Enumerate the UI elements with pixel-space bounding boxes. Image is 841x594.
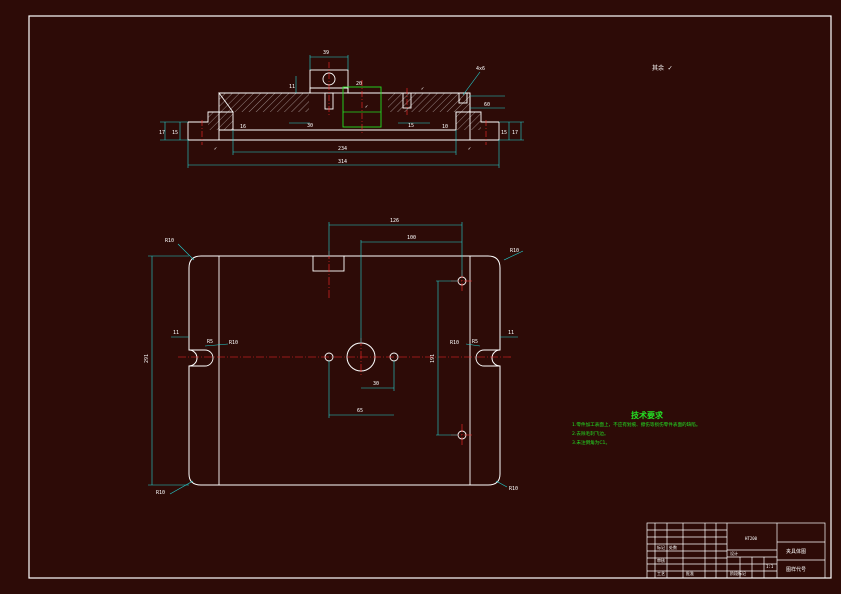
dim-plan-100: 100 <box>407 235 416 241</box>
dim-front-15: 15 <box>408 123 414 129</box>
dim-plan-191: 191 <box>430 354 436 363</box>
dim-front-16: 16 <box>240 124 246 130</box>
dim-front-314: 314 <box>338 159 347 165</box>
dim-plan-r10-tr: R10 <box>510 248 519 254</box>
svg-text:✓: ✓ <box>214 146 217 152</box>
dim-front-17-left: 17 <box>159 130 165 136</box>
svg-text:✓: ✓ <box>458 98 461 104</box>
tech-note-3: 3.未注倒角为C1。 <box>572 441 611 446</box>
cad-drawing-sheet: 39 11 20 4x6 30 15 60 17 15 16 234 314 1… <box>0 0 841 594</box>
dim-front-4x6: 4x6 <box>476 66 485 72</box>
tech-title: 技术要求 <box>631 411 663 420</box>
dim-plan-r10-mid-left: R10 <box>229 340 238 346</box>
dim-front-30: 30 <box>307 123 313 129</box>
title-label-stage: 阶段标记 <box>730 570 746 576</box>
title-part-name: 夹具体图 <box>786 548 806 555</box>
title-label-approve: 批准 <box>686 570 694 576</box>
dim-plan-291: 291 <box>144 354 150 363</box>
dim-plan-11-left: 11 <box>173 330 179 336</box>
roughness-note: 其余 <box>652 64 664 72</box>
title-scale: 1:1 <box>766 564 774 569</box>
tech-note-1: 1.零件加工表面上，不应有划痕、擦伤等损伤零件表面的缺陷。 <box>572 423 701 428</box>
dim-front-15-left: 15 <box>172 130 178 136</box>
title-label-mark: 标记 <box>657 544 665 550</box>
title-label-process: 工艺 <box>657 571 665 576</box>
dim-plan-30: 30 <box>373 381 379 387</box>
svg-text:✓: ✓ <box>365 104 368 110</box>
technical-requirements: 技术要求 1.零件加工表面上，不应有划痕、擦伤等损伤零件表面的缺陷。 2.去除毛… <box>572 410 812 448</box>
title-label-review: 审核 <box>657 557 665 563</box>
dim-front-20: 20 <box>356 81 362 87</box>
dim-front-15-right: 15 <box>501 130 507 136</box>
title-label-count: 处数 <box>669 544 677 550</box>
dim-front-11: 11 <box>289 84 295 90</box>
dim-plan-r10-br: R10 <box>509 486 518 492</box>
dim-plan-65: 65 <box>357 408 363 414</box>
dim-front-17-right: 17 <box>512 130 518 136</box>
dim-plan-r5-left: R5 <box>207 339 213 345</box>
title-material: HT200 <box>745 536 758 541</box>
dim-front-39: 39 <box>323 50 329 56</box>
svg-text:✓: ✓ <box>468 146 471 152</box>
dim-plan-r10-bl: R10 <box>156 490 165 496</box>
dim-front-10: 10 <box>442 124 448 130</box>
title-drawing-no: 图样代号 <box>786 566 806 573</box>
dim-plan-126: 126 <box>390 218 399 224</box>
dim-plan-r10-mid-right: R10 <box>450 340 459 346</box>
tech-note-2: 2.去除毛刺飞边。 <box>572 432 609 437</box>
svg-text:✓: ✓ <box>668 64 672 72</box>
dim-plan-11-right: 11 <box>508 330 514 336</box>
dim-front-234: 234 <box>338 146 347 152</box>
title-label-design: 设计 <box>730 550 738 556</box>
dim-front-60: 60 <box>484 102 490 108</box>
dim-plan-r10-tl: R10 <box>165 238 174 244</box>
svg-text:✓: ✓ <box>421 86 424 92</box>
dim-plan-r5-right: R5 <box>472 339 478 345</box>
